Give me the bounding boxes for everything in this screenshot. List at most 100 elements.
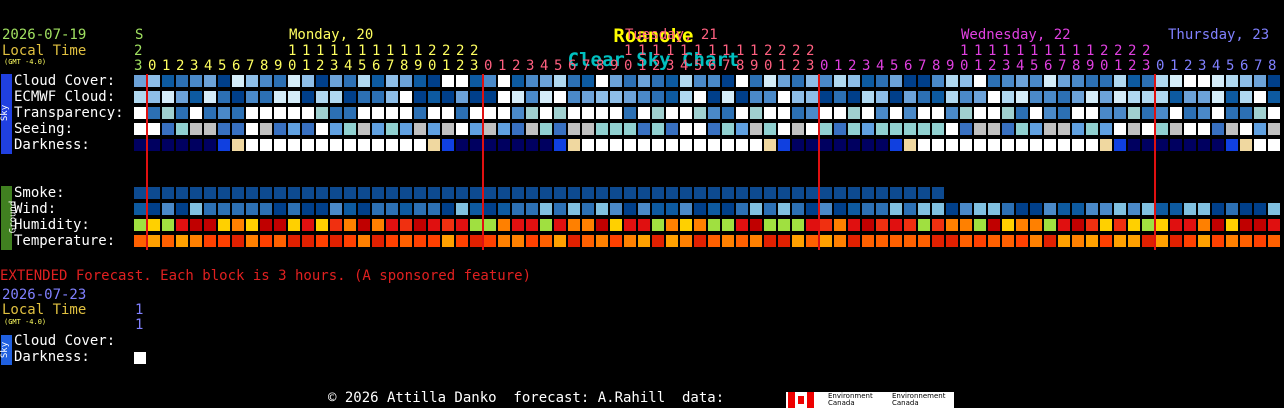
temperature-cell[interactable] — [176, 235, 188, 247]
seeing-cell[interactable] — [274, 123, 286, 135]
ecmwf-cloud-cell[interactable] — [610, 91, 622, 103]
darkness-cell[interactable] — [358, 139, 370, 151]
darkness-cell[interactable] — [708, 139, 720, 151]
ecmwf-cloud-cell[interactable] — [246, 91, 258, 103]
cloud-cover-cell[interactable] — [680, 75, 692, 87]
cloud-cover-cell[interactable] — [820, 75, 832, 87]
seeing-cell[interactable] — [1058, 123, 1070, 135]
humidity-cell[interactable] — [834, 219, 846, 231]
transparency-cell[interactable] — [1156, 107, 1168, 119]
smoke-cell[interactable] — [666, 187, 678, 199]
transparency-cell[interactable] — [1170, 107, 1182, 119]
seeing-cell[interactable] — [456, 123, 468, 135]
transparency-cell[interactable] — [1240, 107, 1252, 119]
seeing-cell[interactable] — [344, 123, 356, 135]
ecmwf-cloud-cell[interactable] — [638, 91, 650, 103]
cloud-cover-cell[interactable] — [904, 75, 916, 87]
humidity-cell[interactable] — [1114, 219, 1126, 231]
darkness-cell[interactable] — [1212, 139, 1224, 151]
humidity-cell[interactable] — [568, 219, 580, 231]
smoke-cell[interactable] — [246, 187, 258, 199]
darkness-cell[interactable] — [176, 139, 188, 151]
humidity-cell[interactable] — [708, 219, 720, 231]
wind-cell[interactable] — [792, 203, 804, 215]
ecmwf-cloud-cell[interactable] — [484, 91, 496, 103]
temperature-cell[interactable] — [358, 235, 370, 247]
ecmwf-cloud-cell[interactable] — [190, 91, 202, 103]
cloud-cover-cell[interactable] — [1240, 75, 1252, 87]
seeing-cell[interactable] — [722, 123, 734, 135]
wind-cell[interactable] — [470, 203, 482, 215]
darkness-cell[interactable] — [400, 139, 412, 151]
seeing-cell[interactable] — [1170, 123, 1182, 135]
wind-cell[interactable] — [526, 203, 538, 215]
seeing-cell[interactable] — [190, 123, 202, 135]
humidity-cell[interactable] — [232, 219, 244, 231]
humidity-cell[interactable] — [1226, 219, 1238, 231]
wind-cell[interactable] — [162, 203, 174, 215]
seeing-cell[interactable] — [652, 123, 664, 135]
darkness-cell[interactable] — [1226, 139, 1238, 151]
seeing-cell[interactable] — [470, 123, 482, 135]
cloud-cover-cell[interactable] — [960, 75, 972, 87]
transparency-cell[interactable] — [316, 107, 328, 119]
seeing-cell[interactable] — [386, 123, 398, 135]
wind-cell[interactable] — [918, 203, 930, 215]
humidity-cell[interactable] — [1184, 219, 1196, 231]
transparency-cell[interactable] — [344, 107, 356, 119]
transparency-cell[interactable] — [904, 107, 916, 119]
transparency-cell[interactable] — [666, 107, 678, 119]
cloud-cover-cell[interactable] — [330, 75, 342, 87]
ecmwf-cloud-cell[interactable] — [1212, 91, 1224, 103]
ecmwf-cloud-cell[interactable] — [1198, 91, 1210, 103]
seeing-cell[interactable] — [1240, 123, 1252, 135]
darkness-cell[interactable] — [428, 139, 440, 151]
smoke-cell[interactable] — [722, 187, 734, 199]
temperature-cell[interactable] — [1100, 235, 1112, 247]
cloud-cover-cell[interactable] — [862, 75, 874, 87]
transparency-cell[interactable] — [582, 107, 594, 119]
darkness-cell[interactable] — [918, 139, 930, 151]
seeing-cell[interactable] — [204, 123, 216, 135]
wind-cell[interactable] — [1212, 203, 1224, 215]
seeing-cell[interactable] — [1198, 123, 1210, 135]
transparency-cell[interactable] — [1142, 107, 1154, 119]
cloud-cover-cell[interactable] — [708, 75, 720, 87]
smoke-cell[interactable] — [316, 187, 328, 199]
cloud-cover-cell[interactable] — [232, 75, 244, 87]
darkness-cell[interactable] — [554, 139, 566, 151]
cloud-cover-cell[interactable] — [512, 75, 524, 87]
ecmwf-cloud-cell[interactable] — [358, 91, 370, 103]
transparency-cell[interactable] — [1114, 107, 1126, 119]
smoke-cell[interactable] — [372, 187, 384, 199]
seeing-cell[interactable] — [1254, 123, 1266, 135]
temperature-cell[interactable] — [890, 235, 902, 247]
wind-cell[interactable] — [778, 203, 790, 215]
ecmwf-cloud-cell[interactable] — [470, 91, 482, 103]
transparency-cell[interactable] — [946, 107, 958, 119]
ecmwf-cloud-cell[interactable] — [232, 91, 244, 103]
humidity-cell[interactable] — [582, 219, 594, 231]
temperature-cell[interactable] — [260, 235, 272, 247]
ecmwf-cloud-cell[interactable] — [288, 91, 300, 103]
wind-cell[interactable] — [722, 203, 734, 215]
humidity-cell[interactable] — [1044, 219, 1056, 231]
cloud-cover-cell[interactable] — [848, 75, 860, 87]
transparency-cell[interactable] — [330, 107, 342, 119]
humidity-cell[interactable] — [932, 219, 944, 231]
smoke-cell[interactable] — [442, 187, 454, 199]
darkness-cell[interactable] — [274, 139, 286, 151]
temperature-cell[interactable] — [806, 235, 818, 247]
cloud-cover-cell[interactable] — [204, 75, 216, 87]
darkness-cell[interactable] — [834, 139, 846, 151]
smoke-cell[interactable] — [540, 187, 552, 199]
smoke-cell[interactable] — [302, 187, 314, 199]
seeing-cell[interactable] — [666, 123, 678, 135]
humidity-cell[interactable] — [778, 219, 790, 231]
smoke-cell[interactable] — [568, 187, 580, 199]
ecmwf-cloud-cell[interactable] — [1072, 91, 1084, 103]
cloud-cover-cell[interactable] — [428, 75, 440, 87]
humidity-cell[interactable] — [806, 219, 818, 231]
cloud-cover-cell[interactable] — [1072, 75, 1084, 87]
wind-cell[interactable] — [1142, 203, 1154, 215]
